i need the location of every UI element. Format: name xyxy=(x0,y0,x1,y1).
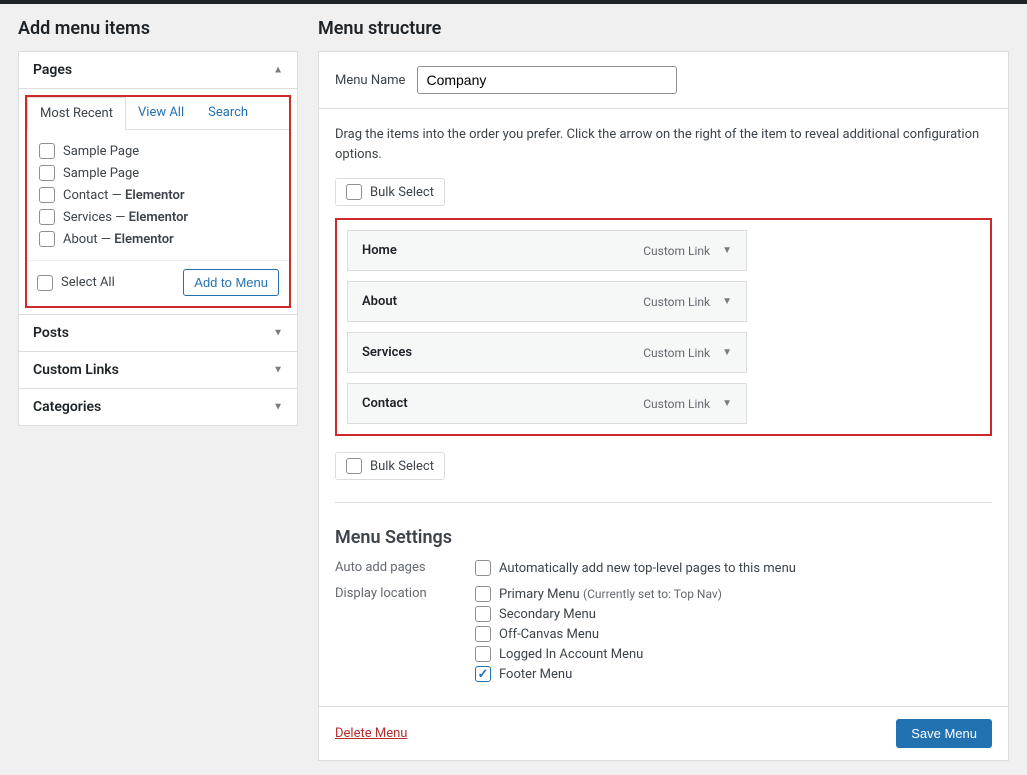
tab-view-all[interactable]: View All xyxy=(126,97,196,129)
location-label: Off-Canvas Menu xyxy=(499,627,599,642)
auto-add-option: Automatically add new top-level pages to… xyxy=(499,561,796,576)
bulk-select-checkbox[interactable] xyxy=(346,458,362,474)
chevron-down-icon: ▼ xyxy=(273,365,283,376)
page-label: Services — Elementor xyxy=(63,210,188,225)
page-checkbox[interactable] xyxy=(39,143,55,159)
location-label: Primary Menu (Currently set to: Top Nav) xyxy=(499,587,722,602)
menu-name-label: Menu Name xyxy=(335,73,405,88)
page-label: About — Elementor xyxy=(63,232,174,247)
chevron-down-icon[interactable]: ▼ xyxy=(722,347,732,358)
accordion-custom-links[interactable]: Custom Links ▼ xyxy=(19,352,297,389)
instructions-text: Drag the items into the order you prefer… xyxy=(335,125,992,164)
chevron-up-icon: ▲ xyxy=(273,65,283,76)
tab-most-recent[interactable]: Most Recent xyxy=(27,97,126,130)
accordion-categories-label: Categories xyxy=(33,399,101,415)
location-offcanvas-checkbox[interactable] xyxy=(475,626,491,642)
accordion-pages[interactable]: Pages ▲ xyxy=(19,52,297,89)
bulk-select-label: Bulk Select xyxy=(370,185,434,200)
menu-item-type: Custom Link xyxy=(643,244,710,258)
menu-item-title: Contact xyxy=(362,396,408,411)
list-item: Contact — Elementor xyxy=(39,184,277,206)
select-all-label: Select All xyxy=(61,275,115,290)
divider xyxy=(335,502,992,503)
bulk-select-label: Bulk Select xyxy=(370,459,434,474)
list-item: About — Elementor xyxy=(39,228,277,250)
location-label: Secondary Menu xyxy=(499,607,596,622)
menu-structure-heading: Menu structure xyxy=(318,18,1009,39)
page-label: Sample Page xyxy=(63,144,139,159)
menu-items-highlight: Home Custom Link ▼ About Custom Link ▼ xyxy=(335,218,992,436)
auto-add-checkbox[interactable] xyxy=(475,560,491,576)
chevron-down-icon: ▼ xyxy=(273,402,283,413)
select-all-checkbox[interactable] xyxy=(37,275,53,291)
location-footer-checkbox[interactable] xyxy=(475,666,491,682)
menu-item-title: About xyxy=(362,294,397,309)
menu-item-type: Custom Link xyxy=(643,295,710,309)
menu-item-title: Home xyxy=(362,243,397,258)
page-checkbox[interactable] xyxy=(39,187,55,203)
menu-item[interactable]: About Custom Link ▼ xyxy=(347,281,747,322)
list-item: Services — Elementor xyxy=(39,206,277,228)
location-primary-checkbox[interactable] xyxy=(475,586,491,602)
page-label: Contact — Elementor xyxy=(63,188,185,203)
menu-item[interactable]: Contact Custom Link ▼ xyxy=(347,383,747,424)
menu-item[interactable]: Home Custom Link ▼ xyxy=(347,230,747,271)
bulk-select-checkbox[interactable] xyxy=(346,184,362,200)
menu-item-accordion: Pages ▲ Most Recent View All Search Samp… xyxy=(18,51,298,426)
menu-item-type: Custom Link xyxy=(643,346,710,360)
menu-item-title: Services xyxy=(362,345,412,360)
location-label: Logged In Account Menu xyxy=(499,647,643,662)
menu-settings-heading: Menu Settings xyxy=(335,527,992,548)
bulk-select-bottom[interactable]: Bulk Select xyxy=(335,452,445,480)
bulk-select-top[interactable]: Bulk Select xyxy=(335,178,445,206)
accordion-posts[interactable]: Posts ▼ xyxy=(19,315,297,352)
chevron-down-icon[interactable]: ▼ xyxy=(722,245,732,256)
auto-add-label: Auto add pages xyxy=(335,558,475,575)
tab-search[interactable]: Search xyxy=(196,97,260,129)
accordion-pages-label: Pages xyxy=(33,62,72,78)
delete-menu-link[interactable]: Delete Menu xyxy=(335,726,407,741)
location-logged-in-checkbox[interactable] xyxy=(475,646,491,662)
menu-structure-box: Menu Name Drag the items into the order … xyxy=(318,51,1009,761)
accordion-categories[interactable]: Categories ▼ xyxy=(19,389,297,425)
list-item: Sample Page xyxy=(39,140,277,162)
location-secondary-checkbox[interactable] xyxy=(475,606,491,622)
pages-highlight-box: Most Recent View All Search Sample Page … xyxy=(25,95,291,308)
add-menu-items-heading: Add menu items xyxy=(18,18,298,39)
add-to-menu-button[interactable]: Add to Menu xyxy=(183,269,279,296)
page-checkbox[interactable] xyxy=(39,231,55,247)
page-label: Sample Page xyxy=(63,166,139,181)
pages-list: Sample Page Sample Page Contact — Elemen… xyxy=(27,130,289,260)
chevron-down-icon: ▼ xyxy=(273,328,283,339)
pages-tabs: Most Recent View All Search xyxy=(27,97,289,130)
chevron-down-icon[interactable]: ▼ xyxy=(722,398,732,409)
chevron-down-icon[interactable]: ▼ xyxy=(722,296,732,307)
accordion-custom-links-label: Custom Links xyxy=(33,362,119,378)
menu-name-input[interactable] xyxy=(417,66,677,94)
location-label: Footer Menu xyxy=(499,667,572,682)
page-checkbox[interactable] xyxy=(39,165,55,181)
menu-item-type: Custom Link xyxy=(643,397,710,411)
menu-item[interactable]: Services Custom Link ▼ xyxy=(347,332,747,373)
accordion-posts-label: Posts xyxy=(33,325,69,341)
page-checkbox[interactable] xyxy=(39,209,55,225)
list-item: Sample Page xyxy=(39,162,277,184)
display-location-label: Display location xyxy=(335,584,475,601)
